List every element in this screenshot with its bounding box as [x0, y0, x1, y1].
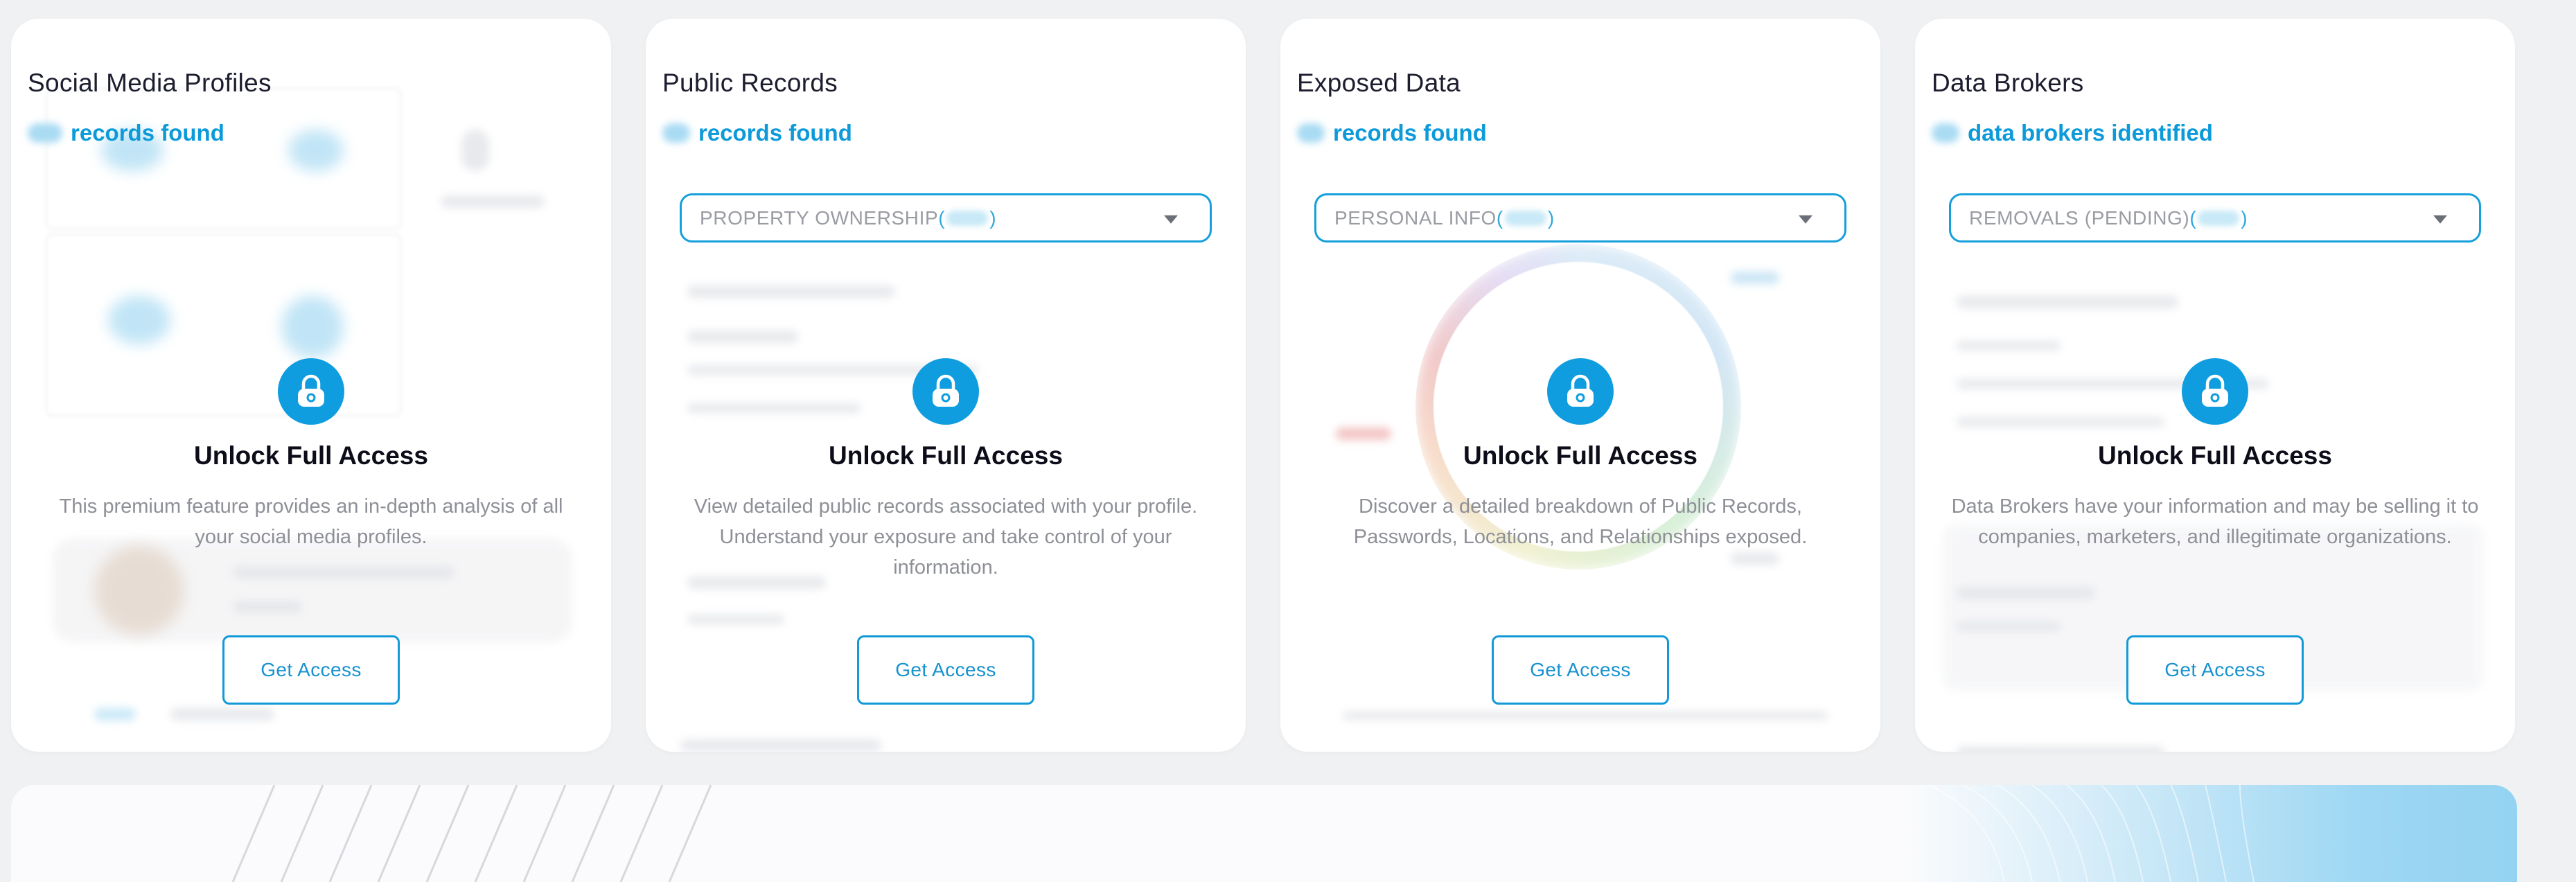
blurred-count [1932, 123, 1959, 143]
banner-gradient [1907, 785, 2517, 882]
category-dropdown[interactable]: REMOVALS (PENDING) ( ) [1949, 193, 2481, 242]
blurred-count [662, 123, 690, 143]
social-media-profiles-card: Social Media Profiles records found Unlo… [11, 19, 611, 752]
unlock-description: This premium feature provides an in-dept… [59, 495, 563, 548]
lock-icon [2182, 358, 2248, 425]
public-records-card: Public Records records found PROPERTY OW… [646, 19, 1246, 752]
get-access-button[interactable]: Get Access [857, 635, 1034, 705]
chevron-down-icon [1799, 215, 1812, 224]
dropdown-label: PERSONAL INFO [1334, 206, 1497, 229]
records-found-count: records found [662, 120, 852, 146]
unlock-title: Unlock Full Access [1463, 441, 1697, 470]
blurred-count [28, 123, 62, 143]
get-access-button[interactable]: Get Access [2126, 635, 2304, 705]
chevron-down-icon [1164, 215, 1178, 224]
unlock-description: Data Brokers have your information and m… [1951, 495, 2479, 548]
dropdown-blurred-count [1504, 210, 1546, 226]
records-found-count: records found [28, 120, 224, 146]
dropdown-close-paren: ) [2241, 206, 2248, 229]
records-found-label: records found [1333, 120, 1487, 145]
dropdown-open-paren: ( [938, 206, 946, 229]
unlock-description: View detailed public records associated … [694, 495, 1198, 579]
get-access-button[interactable]: Get Access [222, 635, 400, 705]
dropdown-blurred-count [946, 210, 989, 226]
card-title: Public Records [662, 69, 838, 97]
card-title: Exposed Data [1297, 69, 1461, 97]
chevron-down-icon [2433, 215, 2447, 224]
dropdown-close-paren: ) [1547, 206, 1555, 229]
records-found-label: records found [698, 120, 852, 145]
get-access-button[interactable]: Get Access [1492, 635, 1669, 705]
unlock-description: Discover a detailed breakdown of Public … [1353, 495, 1808, 548]
category-dropdown[interactable]: PERSONAL INFO ( ) [1314, 193, 1846, 242]
unlock-title: Unlock Full Access [829, 441, 1063, 470]
data-brokers-card: Data Brokers data brokers identified REM… [1915, 19, 2515, 752]
decorative-stripes [231, 785, 712, 882]
lock-icon [278, 358, 344, 425]
exposed-data-card: Exposed Data records found PERSONAL INFO… [1280, 19, 1880, 752]
dropdown-label: REMOVALS (PENDING) [1969, 206, 2190, 229]
dropdown-close-paren: ) [989, 206, 997, 229]
records-found-label: records found [71, 120, 224, 145]
blurred-count [1297, 123, 1325, 143]
records-found-count: records found [1297, 120, 1487, 146]
unlock-title: Unlock Full Access [2098, 441, 2332, 470]
dropdown-open-paren: ( [2189, 206, 2197, 229]
category-dropdown[interactable]: PROPERTY OWNERSHIP ( ) [680, 193, 1212, 242]
brokers-identified-label: data brokers identified [1968, 120, 2213, 145]
dropdown-open-paren: ( [1496, 206, 1503, 229]
dropdown-blurred-count [2198, 210, 2240, 226]
dropdown-label: PROPERTY OWNERSHIP [700, 206, 939, 229]
lock-icon [1547, 358, 1614, 425]
lock-icon [912, 358, 979, 425]
promo-banner [11, 785, 2517, 882]
unlock-title: Unlock Full Access [194, 441, 428, 470]
brokers-identified-count: data brokers identified [1932, 120, 2213, 146]
decorative-arcs [1927, 785, 2255, 882]
card-title: Data Brokers [1932, 69, 2084, 97]
card-title: Social Media Profiles [28, 69, 272, 97]
